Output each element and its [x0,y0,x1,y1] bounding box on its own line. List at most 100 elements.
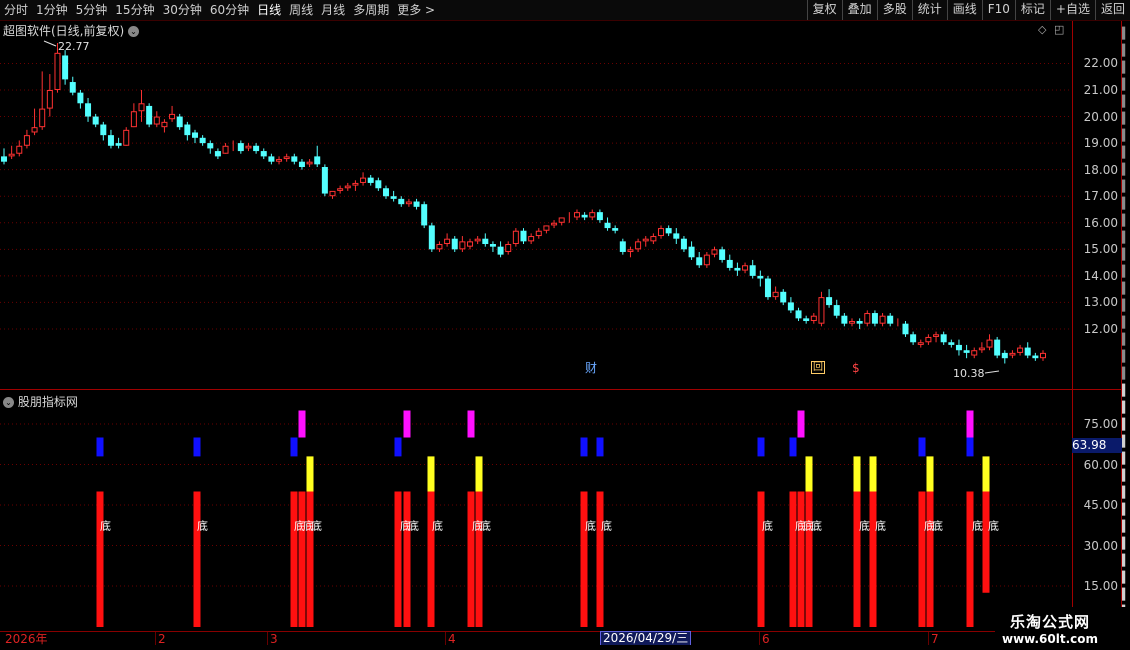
period-tab-9[interactable]: 多周期 [349,0,393,20]
signal-bar-magenta [467,410,475,438]
side-panel-glyph: ▍ [1122,588,1130,601]
side-panel-glyph: ▍ [1122,435,1130,448]
toolbar-button-4[interactable]: 画线 [946,0,982,20]
candlestick-chart[interactable]: 22.77 10.38 [0,21,1072,389]
date-label: 2026年 [5,632,48,646]
side-panel-glyph: ▍ [1122,231,1130,244]
date-label: 6 [762,632,770,646]
signal-label: 底 [811,518,822,532]
candle-up [245,145,252,149]
side-panel-glyph: ▍ [1122,197,1130,210]
period-tab-2[interactable]: 5分钟 [72,0,112,20]
candle-up [1017,347,1024,353]
candle-down [92,116,99,125]
side-panel-glyph: ▍ [1122,537,1130,550]
signal-bar-red [853,491,861,627]
indicator-axis: 75.00 60.00 45.00 30.00 15.00 [1072,391,1122,631]
date-tick [759,632,760,646]
period-tab-7[interactable]: 周线 [285,0,317,20]
candle-down [107,135,114,146]
candle-up [123,129,130,146]
candle-up [329,190,336,197]
candle-up [978,347,985,351]
signal-bar-blue [193,437,201,457]
candle-down [69,82,76,93]
signal-bar-yellow [475,456,483,492]
diamond-icon[interactable]: ◇ [1038,23,1046,36]
price-tick-label: 16.00 [1083,215,1118,230]
side-panel-edge[interactable]: ▍▍▍▍▍▍▍▍▍▍▍▍▍▍▍▍▍▍▍▍▍▍▍▍▍▍▍▍▍▍▍▍▍▍▍▍ [1122,21,1130,631]
candle-down [1,156,7,162]
signal-label: 底 [972,518,983,532]
toolbar-button-3[interactable]: 统计 [911,0,947,20]
toolbar-button-5[interactable]: F10 [981,0,1015,20]
candle-up [283,156,290,160]
toolbar-button-8[interactable]: 返回 [1094,0,1130,20]
period-tab-8[interactable]: 月线 [317,0,349,20]
period-tab-6[interactable]: 日线 [253,0,285,20]
period-tab-5[interactable]: 60分钟 [206,0,253,20]
candle-down [955,344,962,351]
candle-up [573,212,580,218]
candle-down [1032,355,1039,359]
period-tab-0[interactable]: 分时 [0,0,32,20]
candle-up [1009,352,1016,356]
signal-bar-red [869,491,877,627]
signal-bar-yellow [869,456,877,492]
indicator-title-row: ⌄ 股朋指标网 [3,393,78,410]
side-panel-glyph: ▍ [1122,146,1130,159]
candle-down [199,137,206,144]
toolbar-button-0[interactable]: 复权 [806,0,842,20]
candle-down [497,246,504,255]
signal-bar-yellow [805,456,813,492]
price-axis: 22.00 21.00 20.00 19.00 18.00 17.00 16.00 15.00… [1072,21,1122,389]
candle-down [1001,352,1008,359]
signal-bar-red [580,491,588,627]
side-panel-glyph: ▍ [1122,316,1130,329]
side-panel-glyph: ▍ [1122,129,1130,142]
toolbar-button-7[interactable]: +自选 [1049,0,1095,20]
period-tab-10[interactable]: 更多 > [393,0,439,20]
indicator-chart[interactable]: 底底底底底 底底底底底底底底底底底底底底底底底 [0,391,1072,631]
candle-down [887,315,894,324]
price-tick-label: 12.00 [1083,321,1118,336]
signal-label: 底 [932,518,943,532]
candle-down [260,151,267,157]
candle-up [337,188,344,191]
candle-down [871,313,878,324]
signal-label: 底 [762,518,773,532]
date-label: 7 [931,632,939,646]
indicator-title: 股朋指标网 [17,395,78,409]
date-axis: 2026年 2 3 4 6 7 [0,631,995,646]
finance-marker-icon[interactable]: 财 [585,362,597,375]
candle-up [405,201,412,205]
chevron-down-icon[interactable]: ⌄ [3,397,14,408]
price-tick-label: 18.00 [1083,162,1118,177]
price-tick-label: 22.00 [1083,56,1118,71]
period-tab-4[interactable]: 30分钟 [159,0,206,20]
side-panel-glyph: ▍ [1122,554,1130,567]
dividend-marker-icon[interactable]: $ [852,362,860,375]
candle-down [826,297,833,306]
signal-bar-magenta [298,410,306,438]
expand-icon[interactable]: ◰ [1054,23,1064,36]
candle-down [314,156,321,165]
signal-label: 底 [408,518,419,532]
event-marker-icon[interactable]: 回 [811,361,825,374]
signal-bar-red [394,491,402,627]
period-tab-1[interactable]: 1分钟 [32,0,72,20]
candle-up [444,238,451,245]
candle-down [665,228,672,234]
signal-bar-blue [394,437,402,457]
signal-bar-magenta [797,410,805,438]
toolbar-button-1[interactable]: 叠加 [841,0,877,20]
candle-down [214,151,221,157]
period-tab-3[interactable]: 15分钟 [111,0,158,20]
chevron-down-icon[interactable]: ⌄ [128,26,140,37]
candle-down [146,105,153,125]
candle-down [757,275,764,279]
toolbar-button-2[interactable]: 多股 [876,0,912,20]
toolbar-button-6[interactable]: 标记 [1014,0,1050,20]
signal-bar-red [475,491,483,627]
signal-bar-red [596,491,604,627]
